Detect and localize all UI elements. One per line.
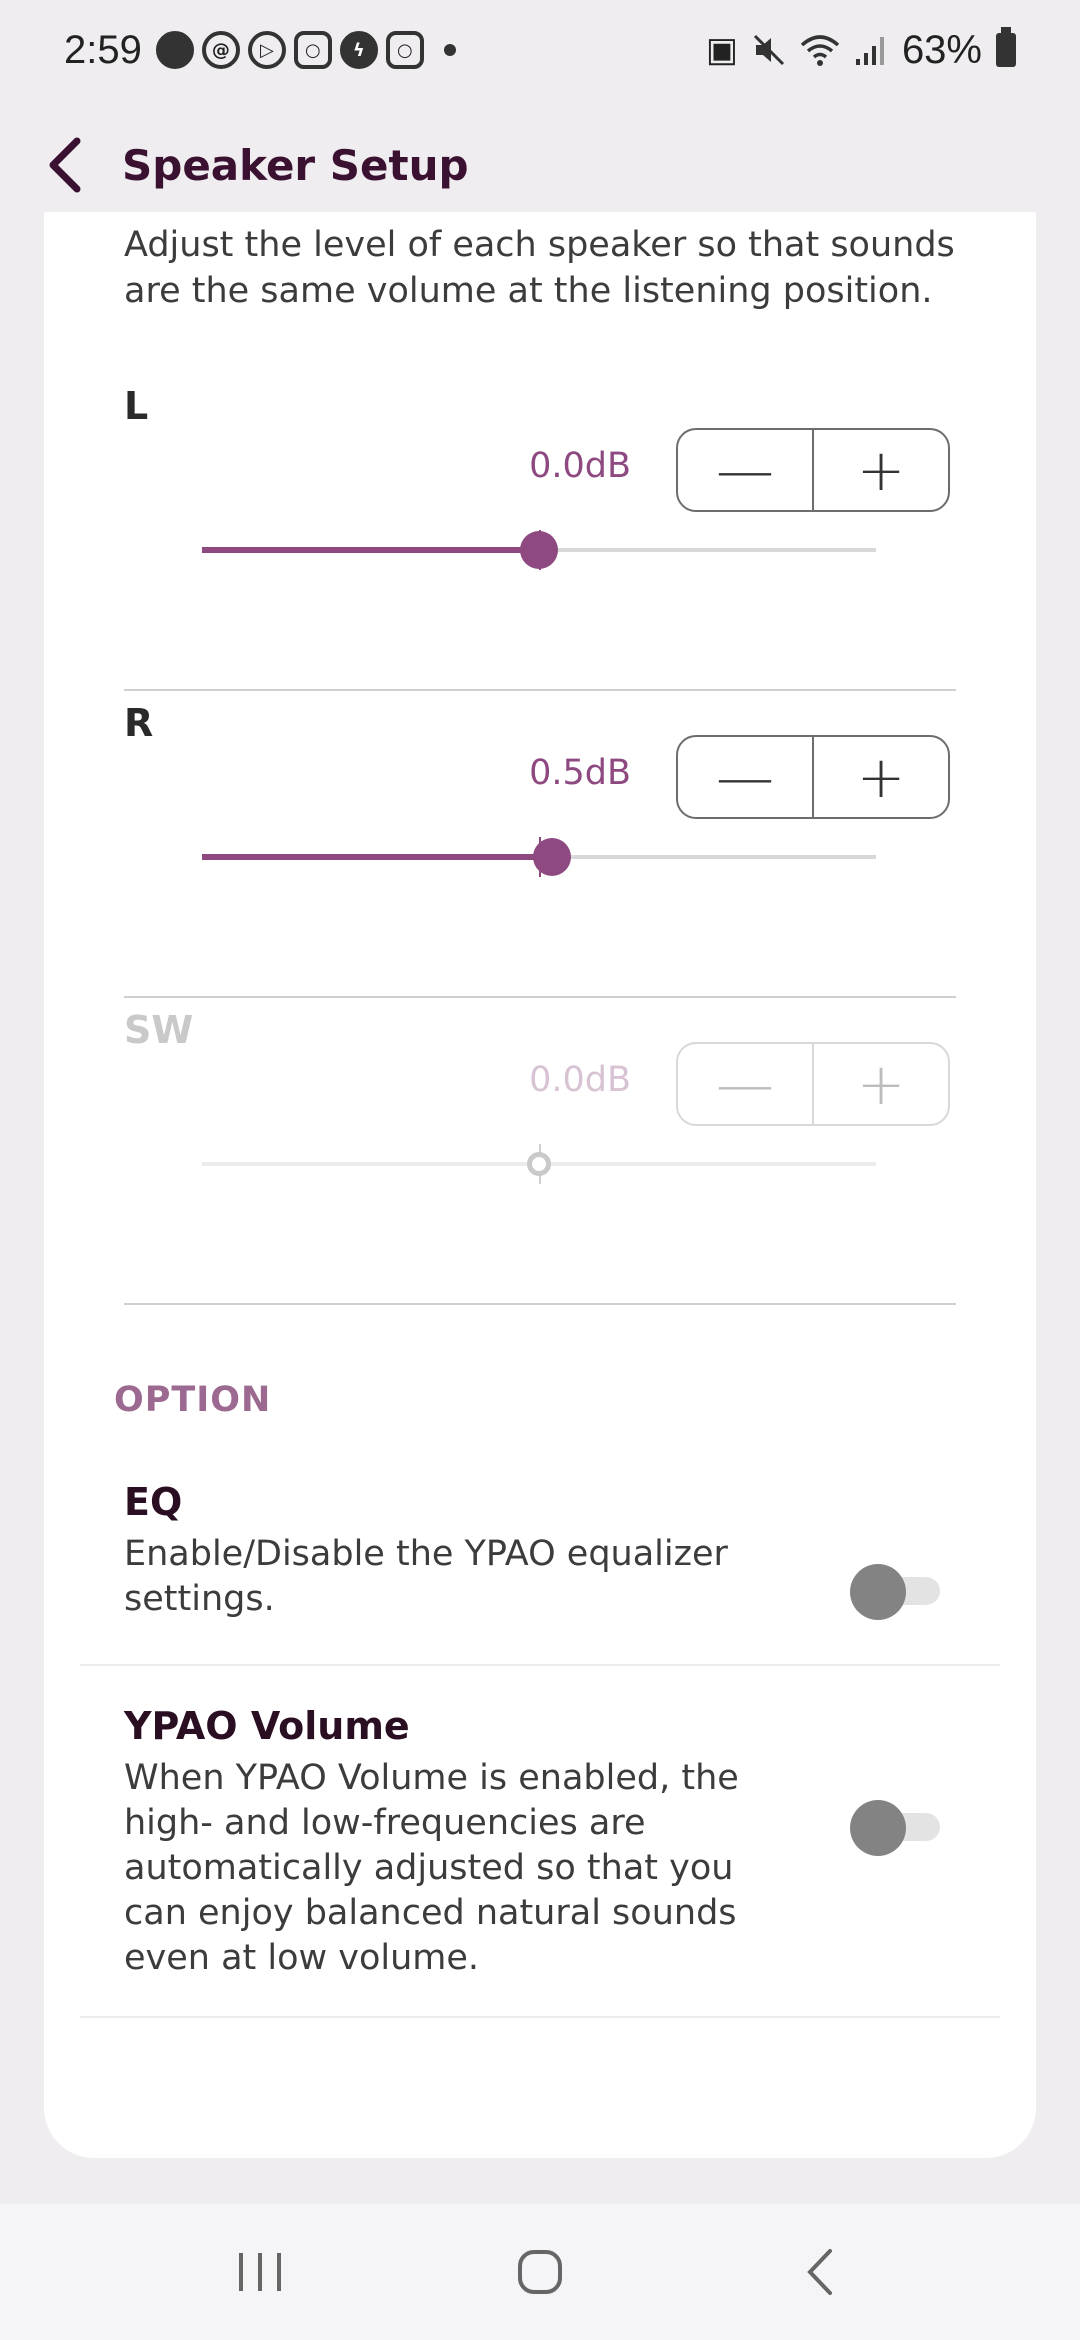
level-stepper: — + [676,735,950,819]
channel-label: SW [124,1008,194,1052]
page-title: Speaker Setup [122,140,469,190]
system-status: ▣ 63% [705,27,1016,73]
messenger-icon: ϟ [339,31,378,69]
status-time: 2:59 [64,27,142,72]
decrease-button: — [716,1050,774,1118]
eq-option-row: EQ Enable/Disable the YPAO equalizer set… [80,1480,1000,1666]
ypao-volume-title: YPAO Volume [124,1704,410,1748]
increase-button: + [812,1044,948,1124]
back-icon [807,2249,832,2295]
status-bar: 2:59 @ ▷ ○ ϟ ○ ▣ 63% [0,0,1080,100]
speaker-level-description: Adjust the level of each speaker so that… [124,225,955,311]
ypao-volume-description: When YPAO Volume is enabled, the high- a… [124,1758,739,1978]
eq-description: Enable/Disable the YPAO equalizer settin… [124,1534,728,1619]
channel-sw: SW 0.0dB — + [124,998,956,1305]
play-circle-icon: ▷ [247,31,286,69]
recent-apps-button[interactable] [200,2222,320,2322]
toggle-knob [850,1564,906,1620]
toggle-knob [850,1800,906,1856]
slider-thumb [527,1152,551,1176]
channel-r: R 0.5dB — + [124,691,956,998]
more-notifications-dot-icon [443,44,456,56]
decrease-button[interactable]: — [678,430,812,510]
level-stepper: — + [676,428,950,512]
level-slider[interactable] [202,837,876,877]
wifi-icon [800,35,840,66]
channel-label: R [124,701,154,745]
channel-level-value: 0.5dB [529,753,631,793]
home-icon [518,2250,562,2294]
recent-apps-icon [239,2253,281,2291]
ypao-volume-toggle[interactable] [850,1800,942,1856]
home-button[interactable] [480,2222,600,2322]
app-header: Speaker Setup [0,110,1080,220]
channel-l: L 0.0dB — + [124,384,956,691]
eq-toggle[interactable] [850,1564,942,1620]
threads-icon: @ [201,31,240,69]
system-navigation-bar [0,2204,1080,2340]
signal-icon [855,37,884,65]
battery-percent: 63% [901,27,982,72]
level-slider[interactable] [202,530,876,570]
instagram-icon: ○ [385,31,424,69]
channel-level-value: 0.0dB [529,1060,631,1100]
ypao-volume-option-row: YPAO Volume When YPAO Volume is enabled,… [80,1704,1000,2018]
eq-title: EQ [124,1480,183,1524]
notification-icons: @ ▷ ○ ϟ ○ [155,31,456,69]
decrease-button[interactable]: — [678,737,812,817]
settings-card: Adjust the level of each speaker so that… [44,212,1036,2158]
slider-thumb[interactable] [533,838,571,876]
battery-icon [996,27,1016,67]
instagram-icon: ○ [293,31,332,69]
battery-saver-icon: ▣ [705,31,738,69]
chat-bubble-icon [155,31,194,69]
slider-fill [202,547,539,553]
system-back-button[interactable] [760,2222,880,2322]
mute-icon [753,34,784,66]
increase-button[interactable]: + [812,737,948,817]
channel-label: L [124,384,149,428]
channel-level-value: 0.0dB [529,446,631,486]
slider-fill [202,854,552,860]
increase-button[interactable]: + [812,430,948,510]
slider-thumb[interactable] [520,531,558,569]
chevron-left-icon [49,137,81,193]
level-stepper: — + [676,1042,950,1126]
option-section-header: OPTION [114,1380,272,1420]
level-slider [202,1144,876,1184]
back-button[interactable] [20,120,110,210]
